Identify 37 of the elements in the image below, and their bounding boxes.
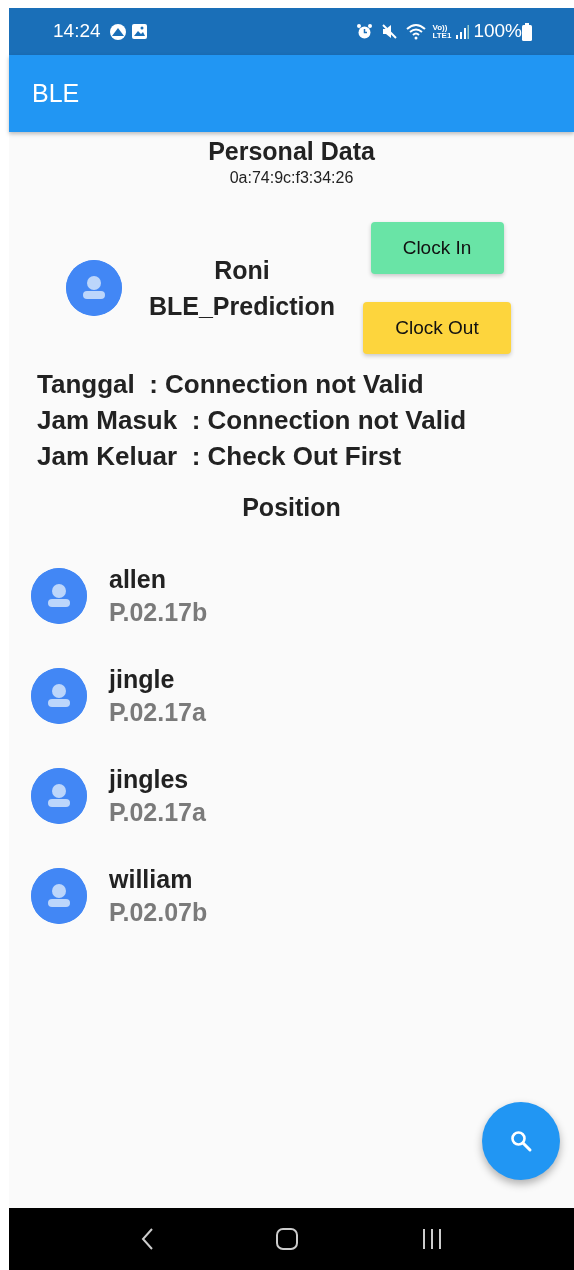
app-bar-title: BLE [32,77,80,109]
battery-icon [522,22,532,41]
person-name: jingles [109,764,190,795]
mute-icon [381,23,399,40]
back-icon[interactable] [139,1227,154,1251]
profile-group: BLE_Prediction [148,288,336,324]
status-line: Tanggal : Connection not Valid [36,368,425,401]
status-line: Jam Masuk : Connection not Valid [36,404,468,437]
avatar-icon [31,668,87,724]
section-title: Position [242,492,341,523]
battery-percent: 100% [473,19,522,44]
device-address: 0a:74:9c:f3:34:26 [229,168,354,188]
clock-button[interactable]: Clock Out [363,302,511,354]
signal-icon [455,24,470,39]
avatar-icon [31,568,87,624]
recent-apps-icon[interactable] [421,1227,444,1251]
status-time: 14:24 [53,19,101,44]
person-position: P.02.17a [109,697,206,728]
avatar-icon [31,768,87,824]
person-position: P.02.17a [109,797,206,828]
avatar-icon [66,260,122,316]
person-name: jingle [109,664,176,695]
avatar-icon [31,868,87,924]
home-icon[interactable] [275,1227,300,1251]
image-icon [130,23,148,40]
status-line: Jam Keluar : Check Out First [36,440,403,473]
person-position: P.02.07b [109,897,208,928]
person-name: allen [109,564,167,595]
person-name: william [109,864,194,895]
clock-button[interactable]: Clock In [370,222,504,274]
network-label: Vo)) LTE1 [432,23,452,40]
search-button[interactable] [482,1102,560,1180]
alarm-icon [356,23,374,40]
section-title: Personal Data [208,136,375,166]
person-position: P.02.17b [109,597,208,628]
profile-name: Roni [214,255,270,286]
search-icon [509,1129,533,1153]
